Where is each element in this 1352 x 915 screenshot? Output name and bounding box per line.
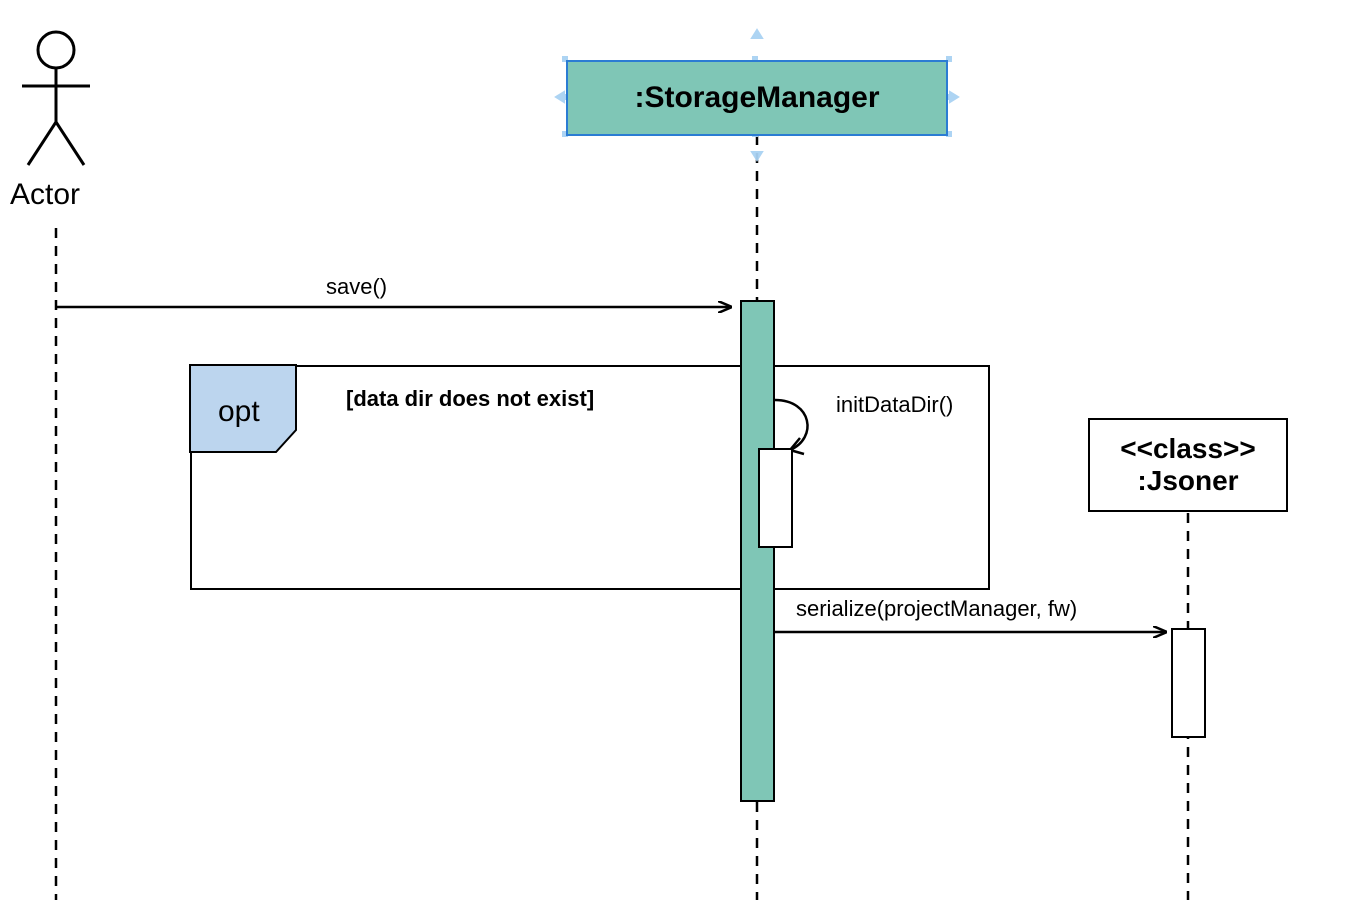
participant-jsoner-label: :Jsoner <box>1137 465 1238 497</box>
message-initdatadir-label: initDataDir() <box>836 392 953 418</box>
participant-jsoner-stereotype: <<class>> <box>1120 433 1255 465</box>
participant-jsoner[interactable]: <<class>> :Jsoner <box>1088 418 1288 512</box>
actor-label: Actor <box>10 178 80 212</box>
opt-frame-guard: [data dir does not exist] <box>346 386 594 412</box>
message-serialize-label: serialize(projectManager, fw) <box>796 596 1077 622</box>
participant-storage-label: :StorageManager <box>634 81 879 116</box>
message-save-label: save() <box>326 274 387 300</box>
participant-storage-manager[interactable]: :StorageManager <box>566 60 948 136</box>
sequence-diagram: Actor :StorageManager <<class>> :Jsoner … <box>0 0 1352 915</box>
activation-storage-manager[interactable] <box>740 300 775 802</box>
actor-figure <box>22 32 90 165</box>
opt-frame-type: opt <box>218 395 260 429</box>
self-message-loop <box>775 400 808 450</box>
activation-init-data-dir[interactable] <box>758 448 793 548</box>
activation-jsoner[interactable] <box>1171 628 1206 738</box>
